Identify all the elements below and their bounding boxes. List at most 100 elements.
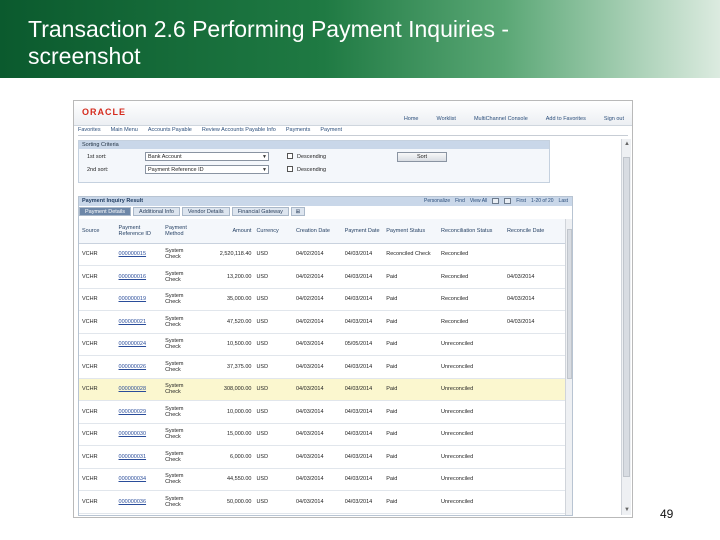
breadcrumb-payment[interactable]: Payment bbox=[320, 127, 342, 135]
cell-payment-reference-id[interactable]: 000000016 bbox=[115, 265, 163, 289]
last-link[interactable]: Last bbox=[559, 198, 568, 204]
cell-payment-reference-id[interactable]: 000000015 bbox=[115, 243, 163, 266]
cell-reconcile-date bbox=[503, 378, 572, 401]
breadcrumb-main-menu[interactable]: Main Menu bbox=[111, 127, 138, 135]
cell-currency: USD bbox=[253, 355, 293, 379]
sign-out-link[interactable]: Sign out bbox=[604, 116, 624, 122]
first-sort-descending-checkbox[interactable] bbox=[287, 153, 293, 159]
first-link[interactable]: First bbox=[516, 198, 526, 204]
tab-additional-info[interactable]: Additional Info bbox=[133, 207, 180, 216]
cell-amount: 10,000.00 bbox=[199, 400, 254, 424]
cell-reconciliation-status: Unreconciled bbox=[438, 490, 504, 514]
cell-payment-reference-id[interactable]: 000000031 bbox=[115, 445, 163, 469]
cell-reconcile-date bbox=[503, 468, 572, 491]
table-row[interactable]: VCHR 000000034 System Check 44,550.00 USD 04/… bbox=[79, 468, 572, 491]
table-row[interactable]: VCHR 000000019 System Check 35,000.00 USD 04/… bbox=[79, 288, 572, 311]
cell-payment-reference-id[interactable]: 000000019 bbox=[115, 288, 163, 311]
breadcrumb-review-ap-info[interactable]: Review Accounts Payable Info bbox=[202, 127, 276, 135]
col-payment-date[interactable]: Payment Date bbox=[341, 219, 384, 244]
personalize-link[interactable]: Personalize bbox=[424, 198, 450, 204]
breadcrumb-favorites[interactable]: Favorites bbox=[78, 127, 101, 135]
cell-reconcile-date bbox=[503, 445, 572, 469]
cell-payment-status: Paid bbox=[383, 310, 439, 334]
table-row[interactable]: VCHR 000000015 System Check 2,520,118.40 USD… bbox=[79, 243, 572, 266]
tab-vendor-details[interactable]: Vendor Details bbox=[181, 207, 230, 216]
cell-payment-reference-id[interactable]: 000000036 bbox=[115, 490, 163, 514]
col-reconciliation-status[interactable]: Reconciliation Status bbox=[438, 219, 504, 244]
breadcrumb-accounts-payable[interactable]: Accounts Payable bbox=[148, 127, 192, 135]
second-sort-descending-checkbox[interactable] bbox=[287, 166, 293, 172]
cell-payment-date: 04/03/2014 bbox=[341, 265, 384, 289]
table-row[interactable]: VCHR 000000036 System Check 50,000.00 USD 04/… bbox=[79, 490, 572, 514]
worklist-link[interactable]: Worklist bbox=[436, 116, 455, 122]
tab-financial-gateway[interactable]: Financial Gateway bbox=[231, 207, 289, 216]
table-row[interactable]: VCHR 000000016 System Check 13,200.00 USD 04/… bbox=[79, 265, 572, 289]
cell-payment-method: System Check bbox=[162, 333, 200, 356]
col-amount[interactable]: Amount bbox=[199, 219, 254, 244]
show-all-columns-icon[interactable]: ⊞ bbox=[290, 207, 305, 216]
col-source[interactable]: Source bbox=[79, 219, 116, 244]
scroll-down-icon[interactable]: ▼ bbox=[624, 507, 630, 513]
first-sort-select[interactable]: Bank Account ▼ bbox=[145, 152, 269, 161]
cell-payment-reference-id[interactable]: 000000029 bbox=[115, 400, 163, 424]
cell-payment-method: System Check bbox=[162, 310, 200, 334]
col-payment-reference-id[interactable]: Payment Reference ID bbox=[115, 219, 163, 244]
tab-payment-details[interactable]: Payment Details bbox=[79, 207, 132, 216]
chevron-down-icon: ▼ bbox=[262, 167, 267, 173]
col-payment-status[interactable]: Payment Status bbox=[383, 219, 439, 244]
payment-table-body: VCHR 000000015 System Check 2,520,118.40 USD… bbox=[79, 243, 572, 514]
table-row[interactable]: VCHR 000000029 System Check 10,000.00 USD 04/… bbox=[79, 400, 572, 424]
cell-reconcile-date bbox=[503, 355, 572, 379]
view-all-link[interactable]: View All bbox=[470, 198, 487, 204]
cell-currency: USD bbox=[253, 288, 293, 311]
second-sort-select[interactable]: Payment Reference ID ▼ bbox=[145, 165, 269, 174]
download-icon[interactable] bbox=[492, 198, 500, 204]
cell-payment-reference-id[interactable]: 000000034 bbox=[115, 468, 163, 491]
scroll-up-icon[interactable]: ▲ bbox=[624, 141, 630, 147]
table-row[interactable]: VCHR 000000024 System Check 10,500.00 USD 04/… bbox=[79, 333, 572, 356]
col-payment-method[interactable]: Payment Method bbox=[162, 219, 200, 244]
slide-title: Transaction 2.6 Performing Payment Inqui… bbox=[28, 16, 509, 70]
cell-payment-status: Paid bbox=[383, 445, 439, 469]
cell-reconciliation-status: Unreconciled bbox=[438, 445, 504, 469]
col-creation-date[interactable]: Creation Date bbox=[293, 219, 342, 244]
breadcrumb-payments[interactable]: Payments bbox=[286, 127, 310, 135]
add-to-favorites-link[interactable]: Add to Favorites bbox=[546, 116, 586, 122]
table-row[interactable]: VCHR 000000021 System Check 47,520.00 USD 04/… bbox=[79, 310, 572, 334]
cell-reconciliation-status: Unreconciled bbox=[438, 333, 504, 356]
cell-payment-reference-id[interactable]: 000000026 bbox=[115, 355, 163, 379]
table-row[interactable]: VCHR 000000028 System Check 308,000.00 USD 04… bbox=[79, 378, 572, 401]
cell-amount: 35,000.00 bbox=[199, 288, 254, 311]
sort-button[interactable]: Sort bbox=[397, 152, 447, 162]
cell-payment-status: Paid bbox=[383, 355, 439, 379]
zoom-icon[interactable] bbox=[504, 198, 512, 204]
page-scrollbar[interactable]: ▲ ▼ bbox=[621, 139, 631, 515]
grid-scrollbar[interactable] bbox=[565, 219, 572, 515]
cell-creation-date: 04/03/2014 bbox=[293, 423, 342, 446]
cell-creation-date: 04/02/2014 bbox=[293, 288, 342, 311]
cell-payment-reference-id[interactable]: 000000028 bbox=[115, 378, 163, 401]
cell-reconcile-date: 04/03/2014 bbox=[503, 265, 572, 289]
grid-scroll-thumb[interactable] bbox=[567, 229, 572, 379]
col-currency[interactable]: Currency bbox=[253, 219, 293, 244]
find-link[interactable]: Find bbox=[455, 198, 465, 204]
cell-reconcile-date bbox=[503, 243, 572, 266]
cell-payment-reference-id[interactable]: 000000030 bbox=[115, 423, 163, 446]
sorting-criteria-header: Sorting Criteria bbox=[79, 141, 549, 149]
cell-payment-method: System Check bbox=[162, 243, 200, 266]
payment-table: Source Payment Reference ID Payment Meth… bbox=[79, 219, 572, 514]
table-row[interactable]: VCHR 000000026 System Check 37,375.00 USD 04/… bbox=[79, 355, 572, 379]
cell-creation-date: 04/03/2014 bbox=[293, 355, 342, 379]
home-link[interactable]: Home bbox=[404, 116, 419, 122]
cell-payment-reference-id[interactable]: 000000024 bbox=[115, 333, 163, 356]
table-row[interactable]: VCHR 000000031 System Check 6,000.00 USD 04/0… bbox=[79, 445, 572, 469]
scroll-thumb[interactable] bbox=[623, 157, 630, 477]
table-row[interactable]: VCHR 000000030 System Check 15,000.00 USD 04/… bbox=[79, 423, 572, 446]
multichannel-console-link[interactable]: MultiChannel Console bbox=[474, 116, 528, 122]
cell-payment-reference-id[interactable]: 000000021 bbox=[115, 310, 163, 334]
cell-reconciliation-status: Reconciled bbox=[438, 265, 504, 289]
cell-currency: USD bbox=[253, 423, 293, 446]
col-reconcile-date[interactable]: Reconcile Date bbox=[503, 219, 572, 244]
cell-currency: USD bbox=[253, 445, 293, 469]
cell-currency: USD bbox=[253, 243, 293, 266]
